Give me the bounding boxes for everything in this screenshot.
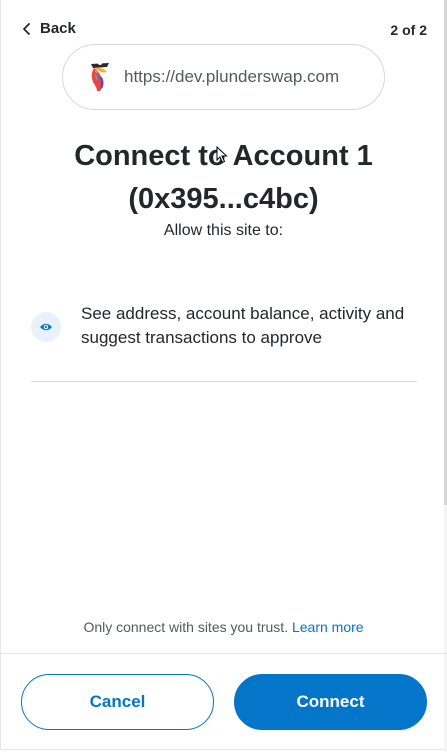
- chevron-left-icon: [23, 22, 30, 35]
- learn-more-link[interactable]: Learn more: [292, 619, 364, 635]
- step-indicator: 2 of 2: [390, 22, 427, 38]
- trust-note: Only connect with sites you trust. Learn…: [0, 619, 447, 635]
- back-button[interactable]: Back: [22, 20, 76, 37]
- connect-button-label: Connect: [296, 692, 365, 711]
- footer-divider: [0, 653, 447, 654]
- trust-note-text: Only connect with sites you trust.: [83, 619, 289, 635]
- permissions-subtitle: Allow this site to:: [163, 222, 284, 239]
- permission-text: See address, account balance, activity a…: [81, 304, 405, 347]
- section-divider: [31, 381, 417, 382]
- cancel-button[interactable]: Cancel: [21, 674, 214, 730]
- pirate-parrot-logo-icon: [91, 61, 109, 91]
- connect-button[interactable]: Connect: [234, 674, 427, 730]
- back-label: Back: [40, 20, 76, 37]
- mouse-cursor-icon: [216, 146, 228, 164]
- site-url: https://dev.plunderswap.com: [124, 67, 340, 86]
- title-line-address: (0x395...c4bc): [128, 183, 319, 215]
- cancel-button-label: Cancel: [89, 692, 146, 711]
- popup-frame: [0, 0, 445, 750]
- site-origin-pill: https://dev.plunderswap.com: [62, 44, 385, 110]
- eye-icon: [31, 312, 61, 342]
